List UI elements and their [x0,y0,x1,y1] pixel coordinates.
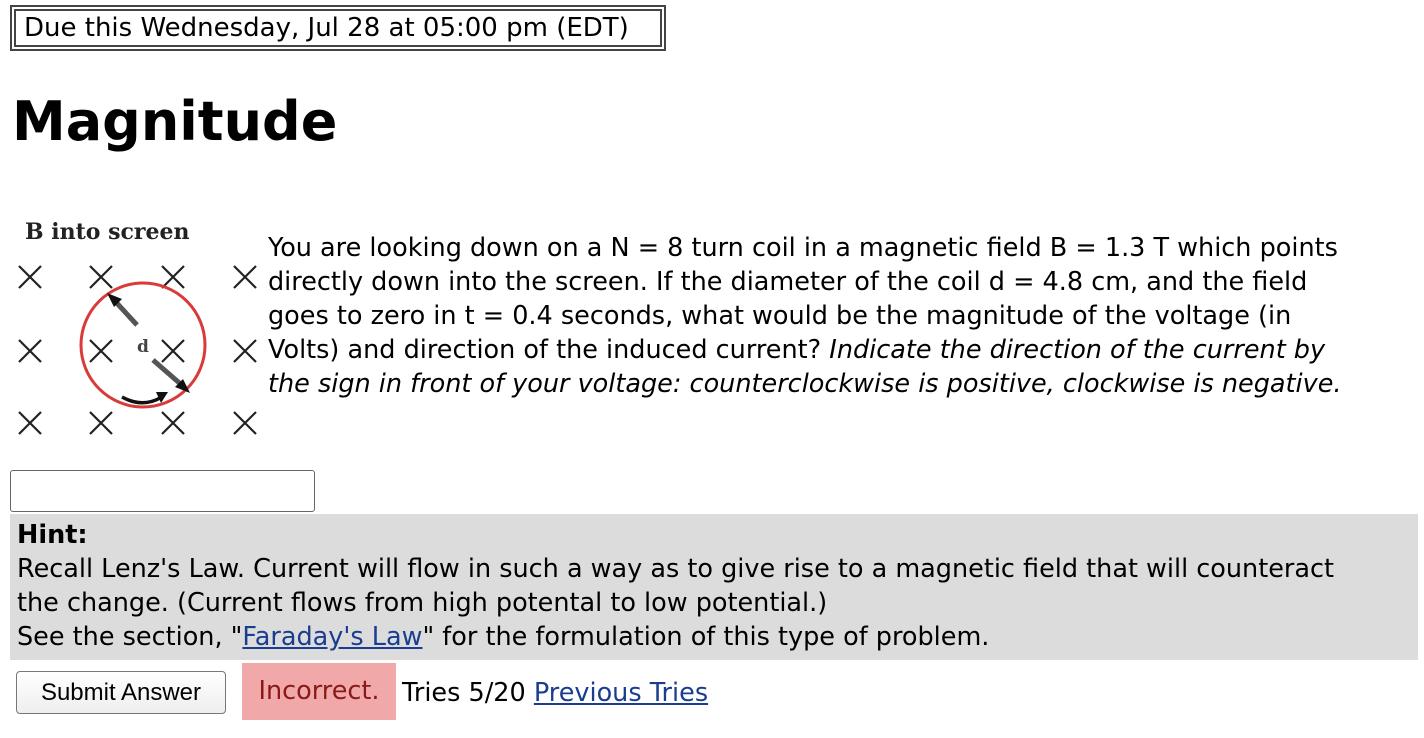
figure-label: B into screen [25,219,189,245]
due-date-box: Due this Wednesday, Jul 28 at 05:00 pm (… [10,5,666,51]
x-mark [233,411,257,435]
question-text-emphasis: Indicate the direction of the current by [829,335,1326,365]
x-mark [161,265,185,289]
x-mark [89,411,113,435]
x-mark [18,411,42,435]
answer-input[interactable] [10,470,315,512]
previous-tries-link[interactable]: Previous Tries [534,678,708,708]
x-mark [89,339,113,363]
question-text-emphasis: the sign in front of your voltage: count… [268,369,1342,399]
hint-text-line: the change. (Current flows from high pot… [17,588,828,618]
x-mark [233,265,257,289]
x-mark [18,265,42,289]
hint-reference-suffix: " for the formulation of this type of pr… [422,622,990,652]
submit-answer-button[interactable]: Submit Answer [16,671,226,714]
x-mark [89,265,113,289]
hint-reference-prefix: See the section, " [17,622,243,652]
tries-info: Tries 5/20 Previous Tries [402,673,708,713]
coil-figure: B into screen d [10,212,264,452]
hint-text-line: Recall Lenz's Law. Current will flow in … [17,554,1335,584]
question-line: goes to zero in t = 0.4 seconds, what wo… [268,301,1292,331]
question-line: directly down into the screen. If the di… [268,267,1308,297]
question-line: Volts) and direction of the induced curr… [268,333,1418,367]
status-badge-incorrect: Incorrect. [242,663,396,720]
x-mark [233,339,257,363]
tries-count: Tries 5/20 [402,678,526,708]
current-direction-arrow-icon [121,392,168,405]
x-mark [161,339,185,363]
hint-text-line: See the section, "Faraday's Law" for the… [17,620,1411,654]
question-text: You are looking down on a N = 8 turn coi… [268,231,1418,401]
faradays-law-link[interactable]: Faraday's Law [242,622,422,652]
x-mark [18,339,42,363]
question-text-plain: Volts) and direction of the induced curr… [268,335,830,365]
x-mark [161,411,185,435]
hint-box: Hint: Recall Lenz's Law. Current will fl… [10,514,1418,660]
due-date-text: Due this Wednesday, Jul 28 at 05:00 pm (… [14,9,662,47]
diameter-label: d [137,337,149,357]
question-line: You are looking down on a N = 8 turn coi… [268,233,1338,263]
coil-diagram: B into screen d [18,219,257,435]
hint-title: Hint: [17,520,88,550]
problem-title: Magnitude [12,90,338,153]
